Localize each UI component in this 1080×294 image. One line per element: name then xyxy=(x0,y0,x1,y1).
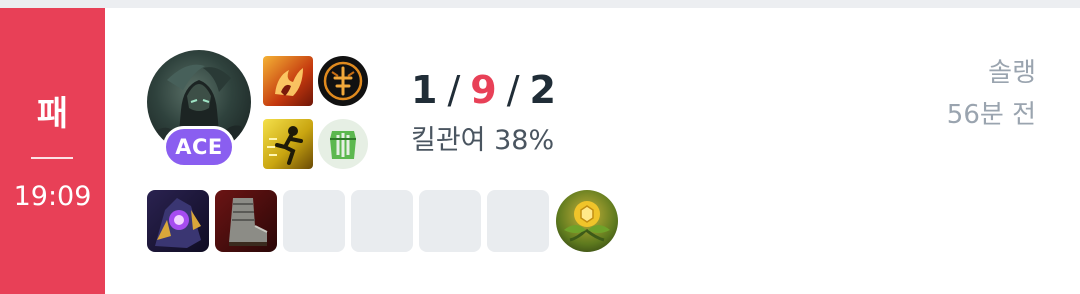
empty-item-slot xyxy=(351,190,413,252)
resolve-rune-tree-icon[interactable] xyxy=(318,119,368,169)
empty-item-slot xyxy=(283,190,345,252)
kill-participation: 킬관여 38% xyxy=(411,125,555,156)
kda-separator: / xyxy=(447,68,461,112)
ignite-spell-icon[interactable] xyxy=(263,56,313,106)
armored-boots-item-icon[interactable] xyxy=(215,190,277,252)
queue-type: 솔랭 xyxy=(988,58,1036,88)
kda-separator: / xyxy=(506,68,520,112)
match-result-strip: 패 19:09 xyxy=(0,8,105,294)
kda-score: 1/9/2 xyxy=(411,68,556,112)
oracle-lens-trinket-icon[interactable] xyxy=(556,190,618,252)
assists-count: 2 xyxy=(529,68,556,112)
deaths-count: 9 xyxy=(470,68,497,112)
match-history-card[interactable]: 패 19:09 ACE 1 / 9 / 2 킬관여 38% 솔랭 56분 전 xyxy=(0,8,1080,294)
result-divider xyxy=(31,157,73,159)
match-result-label: 패 xyxy=(36,94,69,134)
match-duration: 19:09 xyxy=(13,181,92,212)
ghost-spell-icon[interactable] xyxy=(263,119,313,169)
time-ago: 56분 전 xyxy=(946,100,1036,130)
dark-purple-orb-item-icon[interactable] xyxy=(147,190,209,252)
ace-badge: ACE xyxy=(163,126,235,168)
empty-item-slot xyxy=(487,190,549,252)
primary-rune-icon[interactable] xyxy=(318,56,368,106)
empty-item-slot xyxy=(419,190,481,252)
kills-count: 1 xyxy=(411,68,438,112)
